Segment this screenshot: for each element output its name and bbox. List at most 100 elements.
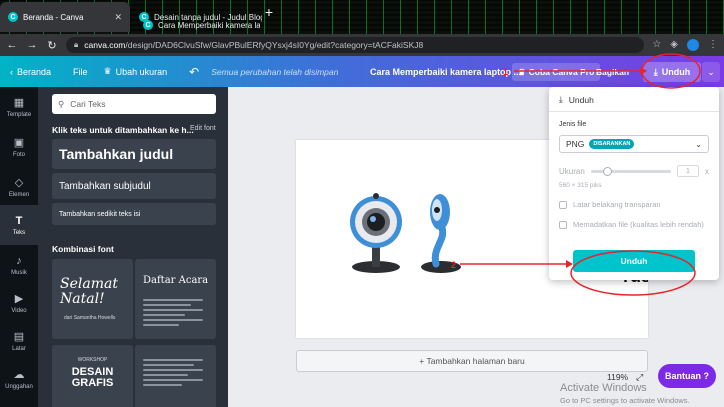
profile-avatar[interactable] [687, 39, 699, 51]
webcam-front-icon [350, 193, 402, 273]
rail-item-latar[interactable]: ▤ Latar [0, 321, 38, 361]
transparent-bg-option[interactable]: Latar belakang transparan [559, 200, 661, 210]
size-slider-handle[interactable] [602, 166, 612, 176]
search-input[interactable]: ⚲ Cari Teks [52, 94, 216, 114]
save-status: Semua perubahan telah disimpan [211, 66, 339, 77]
try-pro-button[interactable]: ♛ Coba Canva Pro [512, 63, 601, 81]
rail-label: Template [6, 111, 32, 118]
try-pro-label: Coba Canva Pro [528, 67, 595, 77]
url-field[interactable]: 🔒︎ canva.com/design/DAD6ClvuSfw/GlavPBul… [66, 37, 645, 53]
rail-label: Video [11, 307, 27, 314]
address-bar: ← → ↻ 🔒︎ canva.com/design/DAD6ClvuSfw/Gl… [0, 34, 724, 56]
edit-font-link[interactable]: Edit font [190, 125, 216, 132]
zoom-level[interactable]: 119% [607, 372, 628, 382]
rail-item-template[interactable]: ▦ Template [0, 87, 38, 127]
menu-kebab-icon[interactable]: ⋮ [708, 39, 718, 51]
template-icon: ▦ [13, 96, 25, 109]
popup-download-button[interactable]: Unduh [573, 250, 695, 272]
resize-label: Ubah ukuran [115, 66, 168, 77]
chevron-down-icon: ⌄ [695, 139, 702, 149]
design-title-input[interactable]: Cara Memperbaiki kamera laptop ... [370, 56, 521, 87]
size-input[interactable]: 1 [677, 165, 699, 177]
bookmark-star-icon[interactable]: ☆ [652, 39, 661, 51]
divider [549, 111, 719, 112]
more-options-button[interactable]: ⌄ [702, 62, 720, 82]
download-label: Unduh [661, 67, 691, 77]
font-combinations-heading: Kombinasi font [52, 244, 114, 254]
tab-beranda-canva[interactable]: C Beranda - Canva ✕ [0, 2, 130, 32]
combo-subtitle: dari Samantha Howells [64, 315, 116, 321]
recommended-badge: DISARANKAN [589, 139, 635, 149]
chevron-left-icon: ‹ [10, 66, 13, 77]
close-icon[interactable]: ✕ [114, 12, 122, 23]
font-combo-paragraph[interactable] [135, 345, 216, 407]
download-button[interactable]: ⤓ Unduh [643, 62, 701, 82]
size-slider[interactable] [590, 166, 671, 176]
font-combo-christmas[interactable]: Selamat Natal! dari Samantha Howells [52, 259, 133, 339]
file-type-label: Jenis file [559, 121, 587, 128]
add-subheading-button[interactable]: Tambahkan subjudul [52, 173, 216, 199]
new-tab-button[interactable]: + [261, 3, 277, 21]
search-placeholder: Cari Teks [70, 99, 106, 109]
compress-label: Memadatkan file (kualitas lebih rendah) [573, 220, 704, 229]
download-icon: ⤓ [653, 66, 658, 77]
reload-icon[interactable]: ↻ [46, 39, 58, 52]
share-button[interactable]: Bagikan [592, 63, 633, 81]
rail-label: Latar [12, 345, 26, 352]
upload-icon: ☁ [13, 368, 25, 381]
crown-icon: ♛ [518, 66, 526, 77]
help-button[interactable]: Bantuan ? [658, 364, 716, 388]
transparent-bg-checkbox[interactable] [559, 201, 567, 209]
compress-checkbox[interactable] [559, 221, 567, 229]
browser-tab-bar: C Beranda - Canva ✕ C Desain tanpa judul… [0, 0, 724, 34]
font-combo-event-list[interactable]: Daftar Acara [135, 259, 216, 339]
activate-windows-watermark: Activate Windows [560, 382, 647, 394]
rail-label: Teks [12, 229, 26, 236]
file-type-value: PNG [566, 139, 585, 149]
combo-title: DESAIN GRAFIS [71, 366, 114, 389]
size-unit: x [705, 166, 709, 176]
file-menu-button[interactable]: File [67, 56, 94, 87]
rail-item-teks[interactable]: T Teks [0, 205, 38, 245]
forward-icon[interactable]: → [26, 39, 38, 51]
canva-favicon-icon: C [8, 12, 18, 22]
panel-hint: Klik teks untuk ditambahkan ke h... [52, 125, 194, 135]
elements-icon: ◇ [14, 176, 24, 189]
rail-item-musik[interactable]: ♪ Musik [0, 245, 38, 285]
activate-windows-subtitle: Go to PC settings to activate Windows. [560, 396, 690, 405]
rail-item-elemen[interactable]: ◇ Elemen [0, 167, 38, 207]
background-icon: ▤ [13, 330, 25, 343]
tab-cara-memperbaiki[interactable]: C Cara Memperbaiki kamera lapt ✕ [135, 17, 260, 33]
undo-icon: ↶ [189, 64, 200, 79]
url-path: /design/DAD6ClvuSfw/GlavPBulERfyQYsxj4sI… [125, 40, 424, 50]
combo-body-lines [143, 359, 203, 389]
back-icon[interactable]: ← [6, 39, 18, 51]
popup-header: ⤓ Unduh [559, 94, 594, 105]
undo-button[interactable]: ↶ [183, 56, 205, 87]
size-label: Ukuran [559, 166, 585, 176]
add-heading-button[interactable]: Tambahkan judul [52, 139, 216, 169]
download-popup: ⤓ Unduh Jenis file PNG DISARANKAN ⌄ Ukur… [549, 87, 719, 280]
resize-button[interactable]: ♛ Ubah ukuran [98, 56, 174, 87]
video-icon: ▶ [14, 292, 24, 305]
tab-label: Beranda - Canva [23, 12, 84, 22]
file-type-select[interactable]: PNG DISARANKAN ⌄ [559, 135, 709, 153]
transparent-bg-label: Latar belakang transparan [573, 200, 661, 209]
add-page-button[interactable]: + Tambahkan halaman baru [296, 350, 648, 372]
rail-item-foto[interactable]: ▣ Foto [0, 127, 38, 167]
popup-title: Unduh [568, 94, 594, 105]
add-body-text-button[interactable]: Tambahkan sedikit teks isi [52, 203, 216, 225]
rail-item-unggahan[interactable]: ☁ Unggahan [0, 359, 38, 399]
canva-favicon-icon: C [143, 20, 153, 30]
combo-title: Daftar Acara [143, 275, 209, 286]
home-button[interactable]: ‹ Beranda [0, 56, 57, 87]
chevron-down-icon: ⌄ [707, 66, 715, 77]
rail-item-video[interactable]: ▶ Video [0, 283, 38, 323]
lock-icon: 🔒︎ [74, 40, 79, 49]
font-combo-workshop[interactable]: WORKSHOP DESAIN GRAFIS [52, 345, 133, 407]
dimensions-text: 560 × 315 piks [559, 182, 602, 189]
compress-option[interactable]: Memadatkan file (kualitas lebih rendah) [559, 220, 709, 230]
rail-label: Elemen [8, 191, 30, 198]
browser-toolbar-icons: ☆ ◈ ⋮ [652, 39, 718, 51]
extension-icon[interactable]: ◈ [670, 39, 678, 51]
